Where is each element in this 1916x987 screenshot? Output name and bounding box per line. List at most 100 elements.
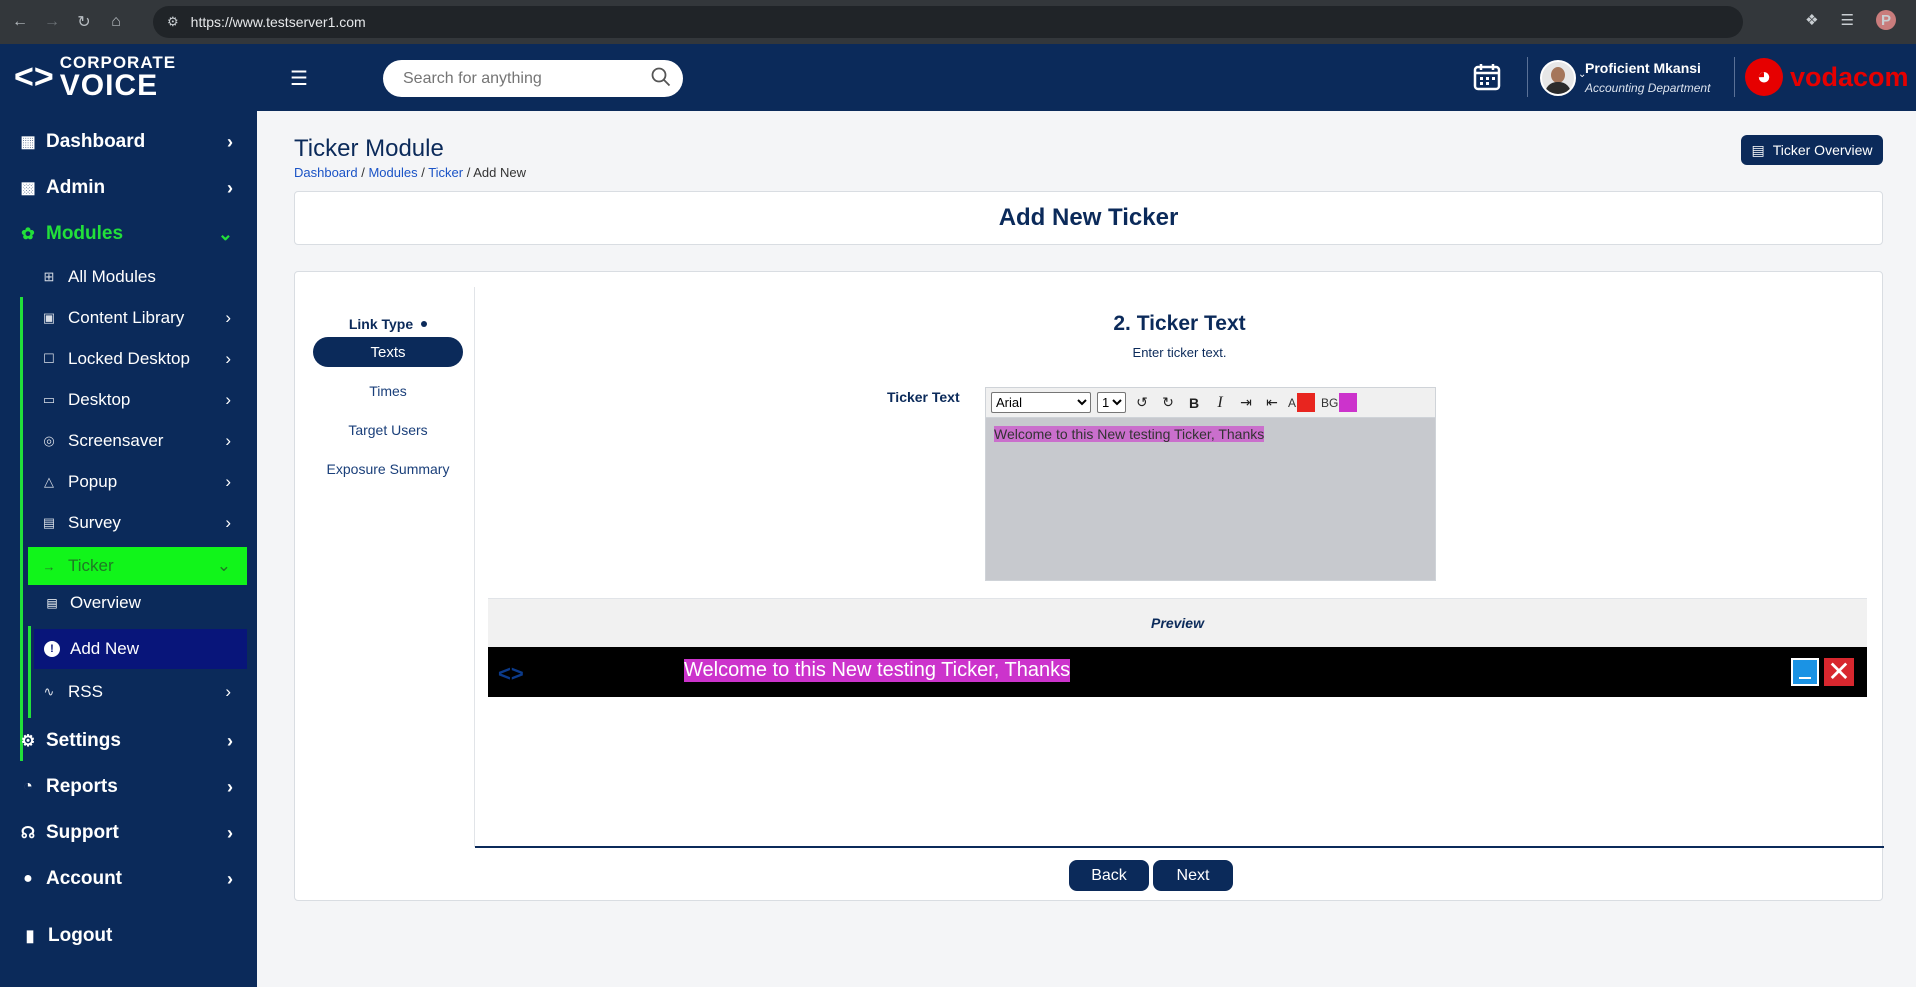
search-input[interactable]: [403, 69, 633, 88]
text-color-label: A: [1288, 395, 1297, 410]
media-controls-icon[interactable]: ☰: [1841, 11, 1854, 29]
ticker-overview-button[interactable]: ▤ Ticker Overview: [1741, 135, 1883, 165]
sidebar-item-label: Content Library: [68, 308, 185, 327]
step-target-users[interactable]: Target Users: [313, 415, 463, 445]
profile-avatar[interactable]: P: [1876, 10, 1896, 30]
sidebar-item-ticker-overview[interactable]: ▤ Overview: [34, 583, 247, 623]
reload-icon[interactable]: ↻: [72, 10, 96, 34]
avatar[interactable]: [1540, 60, 1576, 96]
text-color-picker[interactable]: A: [1288, 393, 1316, 412]
sidebar-item-all-modules[interactable]: ⊞ All Modules: [28, 258, 247, 296]
chevron-right-icon: ›: [225, 308, 231, 327]
overview-icon: ▤: [46, 596, 58, 610]
back-arrow-icon[interactable]: ←: [8, 10, 32, 34]
ticker-overview-label: Ticker Overview: [1772, 142, 1873, 158]
home-icon[interactable]: ⌂: [104, 10, 128, 34]
indent-icon[interactable]: ⇥: [1236, 393, 1256, 413]
sidebar-item-label: All Modules: [68, 267, 156, 286]
headset-icon: ☊: [20, 825, 36, 842]
sidebar-item-survey[interactable]: ▤ Survey ›: [28, 504, 247, 542]
step-label: Target Users: [348, 422, 428, 438]
step-label: Times: [369, 383, 407, 399]
chevron-right-icon: ›: [227, 868, 233, 889]
page-title: Ticker Module: [294, 135, 444, 162]
sidebar-item-ticker-add-new[interactable]: ! Add New: [34, 629, 247, 669]
search-icon[interactable]: [651, 67, 671, 87]
bell-icon: △: [44, 474, 54, 489]
step-exposure-summary[interactable]: Exposure Summary: [313, 454, 463, 484]
sidebar-item-screensaver[interactable]: ◎ Screensaver ›: [28, 422, 247, 460]
bold-icon[interactable]: B: [1184, 393, 1204, 413]
sidebar-item-logout[interactable]: ▮ Logout: [0, 916, 257, 956]
extensions-icon[interactable]: ❖: [1805, 11, 1818, 29]
sidebar-item-support[interactable]: ☊ Support ›: [0, 813, 257, 853]
bg-color-picker[interactable]: BG: [1321, 393, 1358, 412]
sidebar-item-admin[interactable]: ▩ Admin ›: [0, 168, 257, 208]
close-icon[interactable]: ✕: [1824, 658, 1854, 686]
corporate-voice-logo[interactable]: <> CORPORATE VOICE: [0, 44, 257, 110]
bg-color-label: BG: [1321, 395, 1339, 410]
chevron-down-icon: ⌄: [216, 556, 231, 575]
sidebar-item-rss[interactable]: ∿ RSS ›: [28, 673, 247, 711]
url-text[interactable]: https://www.testserver1.com: [191, 14, 366, 30]
sidebar-item-label: Settings: [46, 730, 121, 751]
minimize-icon[interactable]: [1791, 658, 1819, 686]
main-content: Ticker Module Dashboard / Modules / Tick…: [257, 111, 1916, 987]
site-info-icon[interactable]: ⚙: [167, 14, 179, 30]
chevron-right-icon: ›: [225, 349, 231, 368]
sidebar-item-modules[interactable]: ✿ Modules ⌄: [0, 214, 257, 254]
sidebar-item-settings[interactable]: ⚙ Settings ›: [0, 721, 257, 761]
chevron-down-icon: ⌄: [217, 223, 233, 244]
ticker-icon: →: [42, 558, 56, 574]
overview-icon: ▤: [1751, 141, 1765, 158]
screensaver-icon: ◎: [43, 433, 55, 448]
hamburger-menu-icon[interactable]: ☰: [290, 66, 308, 91]
next-button[interactable]: Next: [1153, 860, 1233, 891]
chevron-right-icon: ›: [227, 177, 233, 198]
editor-content[interactable]: Welcome to this New testing Ticker, Than…: [994, 426, 1265, 442]
monitor-icon: ▭: [42, 392, 56, 407]
redo-icon[interactable]: ↻: [1158, 393, 1178, 413]
font-family-select[interactable]: Arial: [991, 392, 1091, 413]
text-color-swatch[interactable]: [1297, 393, 1316, 412]
step-label: Link Type: [348, 316, 414, 332]
user-name[interactable]: Proficient Mkansi: [1585, 60, 1701, 76]
step-subheading: Enter ticker text.: [1132, 345, 1227, 360]
sidebar-item-account[interactable]: ● Account ›: [0, 859, 257, 899]
sidebar-item-ticker[interactable]: → Ticker ⌄: [28, 547, 247, 585]
sidebar-item-locked-desktop[interactable]: ☐ Locked Desktop ›: [28, 340, 247, 378]
italic-icon[interactable]: I: [1210, 393, 1230, 413]
address-bar[interactable]: ⚙ https://www.testserver1.com: [153, 6, 1743, 38]
user-department: Accounting Department: [1585, 81, 1711, 95]
step-times[interactable]: Times: [313, 376, 463, 406]
undo-icon[interactable]: ↺: [1132, 393, 1152, 413]
logo-line1: CORPORATE: [59, 52, 177, 72]
breadcrumb-modules[interactable]: Modules: [368, 165, 417, 180]
chevron-right-icon: ›: [227, 730, 233, 751]
font-size-select[interactable]: 1: [1097, 392, 1126, 413]
grid-icon: ▦: [20, 134, 36, 151]
calendar-icon[interactable]: [1472, 62, 1502, 92]
sidebar-item-desktop[interactable]: ▭ Desktop ›: [28, 381, 247, 419]
sidebar-item-content-library[interactable]: ▣ Content Library ›: [28, 299, 247, 337]
sidebar-item-label: Locked Desktop: [68, 349, 190, 368]
breadcrumb-dashboard[interactable]: Dashboard: [294, 165, 358, 180]
step-texts[interactable]: Texts: [313, 337, 463, 367]
sidebar-item-reports[interactable]: ◔ Reports ›: [0, 767, 257, 807]
forward-arrow-icon[interactable]: →: [40, 10, 64, 34]
preview-panel: Preview <> Welcome to this New testing T…: [488, 598, 1867, 698]
sidebar-item-dashboard[interactable]: ▦ Dashboard ›: [0, 122, 257, 162]
ticker-logo-icon: <>: [498, 661, 524, 686]
back-button[interactable]: Back: [1069, 860, 1149, 891]
breadcrumb-ticker[interactable]: Ticker: [428, 165, 463, 180]
outdent-icon[interactable]: ⇤: [1262, 393, 1282, 413]
ticker-preview-bar: <> Welcome to this New testing Ticker, T…: [488, 647, 1867, 697]
breadcrumb: Dashboard / Modules / Ticker / Add New: [294, 165, 526, 180]
bg-color-swatch[interactable]: [1339, 393, 1358, 412]
ticker-text-editor[interactable]: Welcome to this New testing Ticker, Than…: [986, 418, 1435, 580]
vodacom-wordmark: vodacom: [1790, 62, 1909, 92]
chevron-right-icon: ›: [227, 776, 233, 797]
sidebar-item-popup[interactable]: △ Popup ›: [28, 463, 247, 501]
step-link-type[interactable]: Link Type: [313, 309, 463, 339]
chevron-right-icon: ›: [225, 431, 231, 450]
